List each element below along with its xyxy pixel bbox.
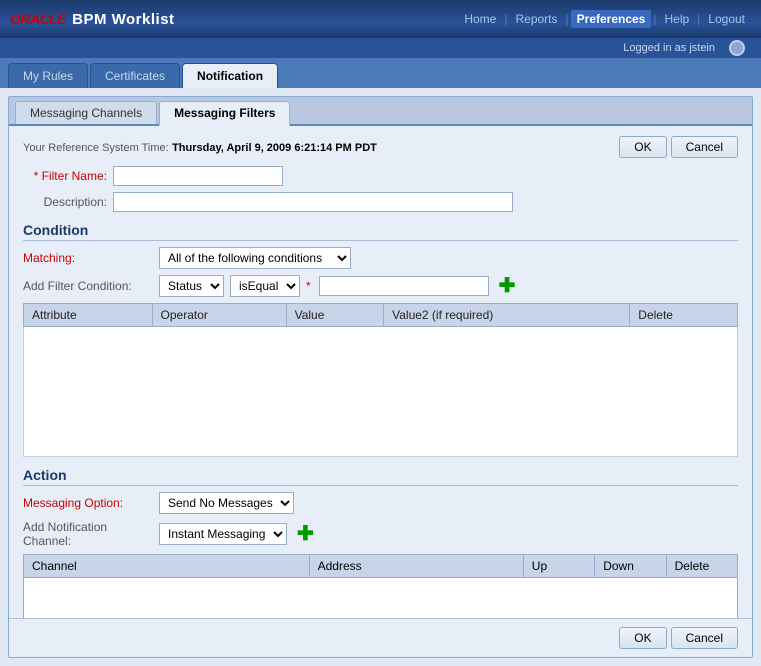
messaging-option-row: Messaging Option: Send No Messages Send … — [23, 492, 738, 514]
col-delete: Delete — [666, 555, 737, 578]
condition-table: Attribute Operator Value Value2 (if requ… — [23, 303, 738, 457]
nav-preferences[interactable]: Preferences — [571, 10, 652, 28]
matching-select[interactable]: All of the following conditions Any of t… — [159, 247, 351, 269]
description-input[interactable] — [113, 192, 513, 212]
messaging-option-label: Messaging Option: — [23, 496, 153, 510]
logo-area: ORACLE BPM Worklist — [10, 11, 175, 28]
content-card: Messaging Channels Messaging Filters You… — [8, 96, 753, 658]
filter-name-label: * Filter Name: — [23, 169, 113, 183]
condition-section-title: Condition — [23, 222, 738, 241]
app-title: BPM Worklist — [72, 11, 174, 28]
add-filter-row: Add Filter Condition: Status isEqual * ✚ — [23, 275, 738, 297]
action-section-title: Action — [23, 467, 738, 486]
add-notification-label: Add Notification Channel: — [23, 520, 153, 548]
filter-name-input[interactable] — [113, 166, 283, 186]
main-tabs: My Rules Certificates Notification — [0, 58, 761, 88]
add-notification-row: Add Notification Channel: Instant Messag… — [23, 520, 738, 548]
required-star: * — [306, 279, 311, 293]
user-icon — [729, 40, 745, 56]
add-condition-button[interactable]: ✚ — [495, 276, 520, 296]
col-up: Up — [523, 555, 594, 578]
top-cancel-button[interactable]: Cancel — [671, 136, 738, 158]
top-ok-button[interactable]: OK — [619, 136, 666, 158]
ref-time: Your Reference System Time: Thursday, Ap… — [23, 140, 377, 154]
inner-tab-messaging-channels[interactable]: Messaging Channels — [15, 101, 157, 124]
condition-empty-row — [24, 327, 738, 457]
bottom-ok-button[interactable]: OK — [619, 627, 666, 649]
tab-notification[interactable]: Notification — [182, 63, 278, 88]
col-channel: Channel — [24, 555, 310, 578]
operator-select[interactable]: isEqual — [230, 275, 300, 297]
app-header: ORACLE BPM Worklist Home | Reports | Pre… — [0, 0, 761, 38]
logged-in-text: Logged in as jstein — [623, 42, 715, 54]
col-operator: Operator — [152, 304, 286, 327]
ref-time-row: Your Reference System Time: Thursday, Ap… — [23, 136, 738, 158]
add-filter-label: Add Filter Condition: — [23, 279, 153, 293]
col-down: Down — [595, 555, 666, 578]
action-empty-row — [24, 578, 738, 619]
col-value: Value — [286, 304, 384, 327]
oracle-logo: ORACLE — [10, 11, 66, 27]
nav-help[interactable]: Help — [658, 10, 695, 28]
nav-reports[interactable]: Reports — [509, 10, 563, 28]
col-attribute: Attribute — [24, 304, 153, 327]
description-label: Description: — [23, 195, 113, 209]
channel-select[interactable]: Instant Messaging — [159, 523, 287, 545]
col-delete: Delete — [630, 304, 738, 327]
bottom-cancel-button[interactable]: Cancel — [671, 627, 738, 649]
nav-logout[interactable]: Logout — [702, 10, 751, 28]
description-row: Description: — [23, 192, 738, 212]
add-channel-button[interactable]: ✚ — [293, 524, 318, 544]
attribute-select[interactable]: Status — [159, 275, 224, 297]
header-nav: Home | Reports | Preferences | Help | Lo… — [458, 10, 751, 28]
tab-certificates[interactable]: Certificates — [90, 63, 180, 88]
col-value2: Value2 (if required) — [384, 304, 630, 327]
ref-time-label: Your Reference System Time: — [23, 142, 169, 154]
tab-my-rules[interactable]: My Rules — [8, 63, 88, 88]
sub-header: Logged in as jstein — [0, 38, 761, 58]
inner-tabs: Messaging Channels Messaging Filters — [9, 97, 752, 126]
matching-label: Matching: — [23, 251, 153, 265]
action-table: Channel Address Up Down Delete — [23, 554, 738, 618]
nav-home[interactable]: Home — [458, 10, 502, 28]
main-content: Messaging Channels Messaging Filters You… — [0, 88, 761, 666]
messaging-option-select[interactable]: Send No Messages Send Messages — [159, 492, 294, 514]
filter-value-input[interactable] — [319, 276, 489, 296]
inner-tab-messaging-filters[interactable]: Messaging Filters — [159, 101, 290, 126]
col-address: Address — [309, 555, 523, 578]
form-area: Your Reference System Time: Thursday, Ap… — [9, 126, 752, 618]
top-btn-group: OK Cancel — [619, 136, 738, 158]
ref-time-value: Thursday, April 9, 2009 6:21:14 PM PDT — [172, 142, 377, 154]
matching-row: Matching: All of the following condition… — [23, 247, 738, 269]
filter-name-row: * Filter Name: — [23, 166, 738, 186]
bottom-btn-row: OK Cancel — [9, 618, 752, 657]
